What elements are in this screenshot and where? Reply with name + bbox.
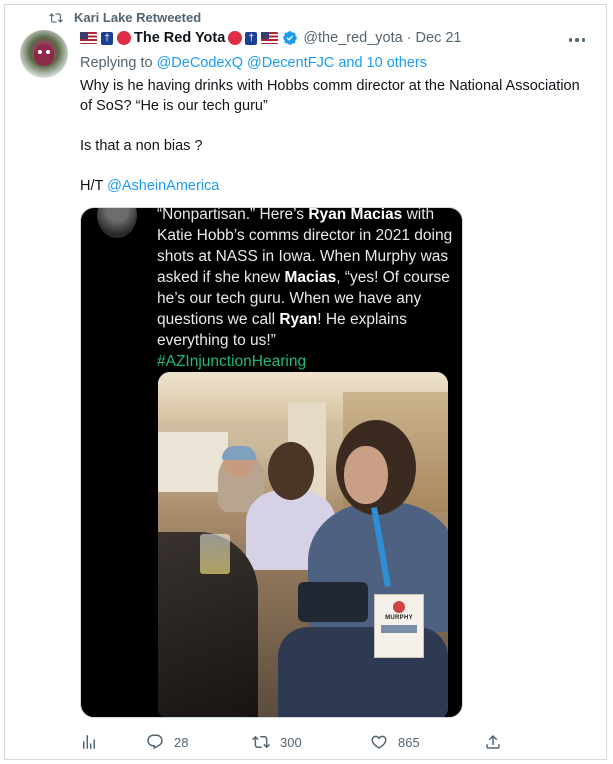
reply-mentions-link[interactable]: @DeCodexQ @DecentFJC and 10 others [157, 55, 427, 71]
analytics-button[interactable] [80, 733, 98, 751]
separator: · [406, 30, 412, 46]
avatar[interactable] [20, 30, 68, 78]
tweet-text-line: Why is he having drinks with Hobbs comm … [80, 78, 580, 114]
tweet-text-line: Is that a non bias ? [80, 138, 203, 154]
embedded-tweet-text: “Nonpartisan.” Here’s Ryan Macias with K… [157, 207, 453, 370]
retweet-banner-label[interactable]: Kari Lake Retweeted [74, 10, 201, 25]
embedded-hashtag: #AZInjunctionHearing [157, 353, 307, 370]
retweet-icon [252, 735, 270, 749]
embedded-bold-name: Macias [284, 269, 337, 286]
us-flag-icon [261, 32, 279, 44]
share-button[interactable] [484, 733, 502, 751]
tweet-header: † The Red Yota † @the_red_yota · Dec 21 [80, 30, 461, 46]
retweet-icon [49, 12, 63, 23]
retweet-banner[interactable]: Kari Lake Retweeted [48, 10, 201, 25]
verified-icon [283, 31, 298, 45]
tweet-date[interactable]: Dec 21 [416, 30, 462, 46]
reply-button[interactable]: 28 [146, 733, 188, 751]
embedded-avatar [97, 208, 137, 238]
embedded-bold-name: Ryan Macias [308, 207, 403, 223]
sc-flag-icon: † [245, 31, 258, 45]
hat-tip-line: H/T @AsheinAmerica [80, 176, 580, 196]
analytics-icon [83, 735, 95, 749]
handle[interactable]: @the_red_yota [303, 30, 402, 46]
badge-name: MURPHY [385, 615, 413, 621]
us-flag-icon [80, 32, 97, 44]
tweet-body: Why is he having drinks with Hobbs comm … [80, 76, 580, 196]
embedded-bold-name: Ryan [279, 311, 318, 328]
like-count: 865 [398, 734, 420, 750]
like-button[interactable]: 865 [370, 733, 420, 751]
red-circle-icon [228, 31, 243, 45]
hat-tip-prefix: H/T [80, 178, 108, 194]
reply-icon [147, 734, 163, 750]
retweet-button[interactable]: 300 [252, 733, 302, 751]
share-icon [486, 734, 500, 749]
tweet-media[interactable]: “Nonpartisan.” Here’s Ryan Macias with K… [80, 207, 463, 718]
name-badge: MURPHY [374, 594, 424, 658]
display-name[interactable]: The Red Yota [134, 30, 225, 46]
reply-count: 28 [174, 734, 189, 750]
retweet-count: 300 [280, 734, 302, 750]
more-options-icon[interactable] [566, 30, 588, 50]
reply-prefix: Replying to [80, 55, 153, 71]
sc-flag-icon: † [101, 31, 113, 45]
heart-icon [371, 735, 387, 749]
red-circle-icon [117, 31, 131, 45]
action-bar: 28 300 865 [80, 731, 510, 753]
reply-context: Replying to @DeCodexQ @DecentFJC and 10 … [80, 55, 427, 71]
hat-tip-mention-link[interactable]: @AsheinAmerica [107, 178, 219, 194]
embedded-photo: MURPHY [158, 372, 448, 717]
